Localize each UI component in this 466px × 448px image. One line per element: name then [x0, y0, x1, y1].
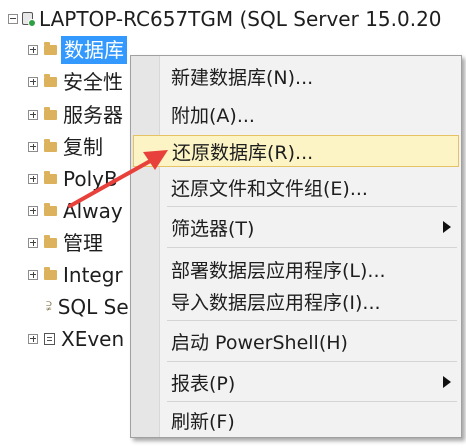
menu-item-import-data-tier[interactable]: 导入数据层应用程序(I)... [133, 285, 459, 317]
tree-item-xevent-profiler[interactable]: XEven [28, 323, 124, 354]
expand-icon[interactable] [28, 237, 38, 248]
menu-item-label: 部署数据层应用程序(L)... [171, 259, 386, 282]
folder-icon [44, 234, 57, 248]
tree-item-databases[interactable]: 数据库 [28, 34, 127, 65]
menu-item-filter[interactable]: 筛选器(T) [133, 211, 459, 243]
menu-separator [167, 361, 457, 362]
submenu-arrow-icon [443, 376, 451, 388]
tree-item-label: 安全性 [63, 69, 123, 94]
menu-item-deploy-data-tier[interactable]: 部署数据层应用程序(L)... [133, 253, 459, 285]
expand-icon[interactable] [28, 76, 38, 87]
tree-item-label: 复制 [63, 134, 103, 159]
menu-item-label: 附加(A)... [171, 104, 255, 127]
expand-icon[interactable] [28, 205, 38, 216]
context-menu: 新建数据库(N)... 附加(A)... 还原数据库(R)... 还原文件和文件… [130, 55, 462, 438]
menu-item-label: 筛选器(T) [171, 217, 255, 240]
tree-item-integration[interactable]: Integr [28, 259, 123, 290]
tree-item-label: Integr [63, 262, 123, 287]
menu-separator [167, 247, 457, 248]
xevent-icon [44, 332, 55, 345]
expand-icon[interactable] [28, 141, 38, 152]
folder-icon [44, 202, 57, 216]
menu-item-new-database[interactable]: 新建数据库(N)... [133, 60, 459, 92]
menu-item-reports[interactable]: 报表(P) [133, 366, 459, 398]
menu-item-label: 还原文件和文件组(E)... [171, 177, 368, 200]
menu-item-label: 启动 PowerShell(H) [171, 331, 348, 354]
expand-icon[interactable] [28, 44, 38, 55]
menu-item-attach[interactable]: 附加(A)... [133, 98, 459, 130]
menu-separator [167, 206, 457, 207]
expand-icon[interactable] [28, 269, 38, 280]
agent-icon: ⫌ [46, 299, 52, 314]
tree-item-label: 数据库 [61, 35, 127, 64]
server-label: LAPTOP-RC657TGM (SQL Server 15.0.20 [39, 6, 442, 31]
menu-item-restore-files[interactable]: 还原文件和文件组(E)... [133, 171, 459, 203]
tree-item-server-objects[interactable]: 服务器 [28, 99, 123, 130]
menu-separator [167, 320, 457, 321]
tree-item-always-on[interactable]: Alway [28, 195, 123, 226]
menu-item-refresh[interactable]: 刷新(F) [133, 404, 459, 436]
menu-item-label: 刷新(F) [171, 410, 235, 433]
folder-icon [44, 266, 57, 280]
menu-item-restore-database[interactable]: 还原数据库(R)... [133, 135, 459, 167]
menu-item-label: 还原数据库(R)... [172, 141, 314, 164]
folder-icon [44, 41, 57, 55]
tree-item-label: 服务器 [63, 102, 123, 127]
folder-icon [44, 170, 57, 184]
folder-icon [44, 73, 57, 87]
tree-item-sql-agent[interactable]: ⫌ SQL Se [14, 291, 129, 322]
expand-icon[interactable] [28, 173, 38, 184]
collapse-icon[interactable] [8, 13, 18, 24]
tree-item-label: Alway [63, 198, 123, 223]
tree-server-node[interactable]: LAPTOP-RC657TGM (SQL Server 15.0.20 [8, 3, 442, 34]
tree-item-polybase[interactable]: PolyB [28, 163, 118, 194]
folder-icon [44, 106, 57, 120]
menu-item-label: 报表(P) [171, 372, 236, 395]
server-icon [22, 12, 36, 27]
menu-item-start-powershell[interactable]: 启动 PowerShell(H) [133, 325, 459, 357]
tree-item-replication[interactable]: 复制 [28, 131, 103, 162]
tree-item-label: PolyB [63, 166, 118, 191]
tree-item-management[interactable]: 管理 [28, 227, 103, 258]
tree-item-label: XEven [61, 326, 125, 351]
menu-separator [167, 401, 457, 402]
folder-icon [44, 138, 57, 152]
tree-item-label: SQL Se [57, 294, 129, 319]
menu-item-label: 新建数据库(N)... [171, 66, 314, 89]
tree-item-label: 管理 [63, 230, 103, 255]
tree-item-security[interactable]: 安全性 [28, 66, 123, 97]
submenu-arrow-icon [443, 221, 451, 233]
menu-item-label: 导入数据层应用程序(I)... [171, 291, 381, 314]
expand-icon[interactable] [28, 109, 38, 120]
expand-icon[interactable] [28, 333, 38, 344]
